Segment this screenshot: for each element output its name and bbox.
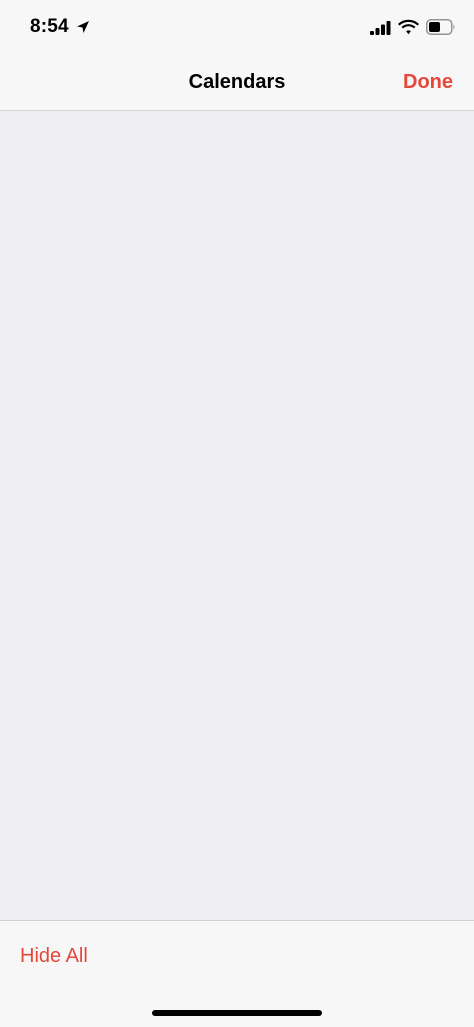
home-indicator[interactable]	[152, 1010, 322, 1016]
done-button[interactable]: Done	[403, 71, 453, 94]
calendars-list-area	[0, 111, 474, 920]
navigation-bar: Calendars Done	[0, 58, 474, 111]
location-arrow-icon	[77, 21, 89, 33]
hide-all-button[interactable]: Hide All	[20, 945, 88, 968]
status-bar: 8:54	[0, 0, 474, 58]
cellular-signal-icon	[370, 21, 391, 35]
battery-icon	[426, 19, 455, 35]
bottom-toolbar: Hide All	[0, 920, 474, 1027]
wifi-icon	[398, 19, 419, 35]
status-time: 8:54	[30, 16, 69, 37]
